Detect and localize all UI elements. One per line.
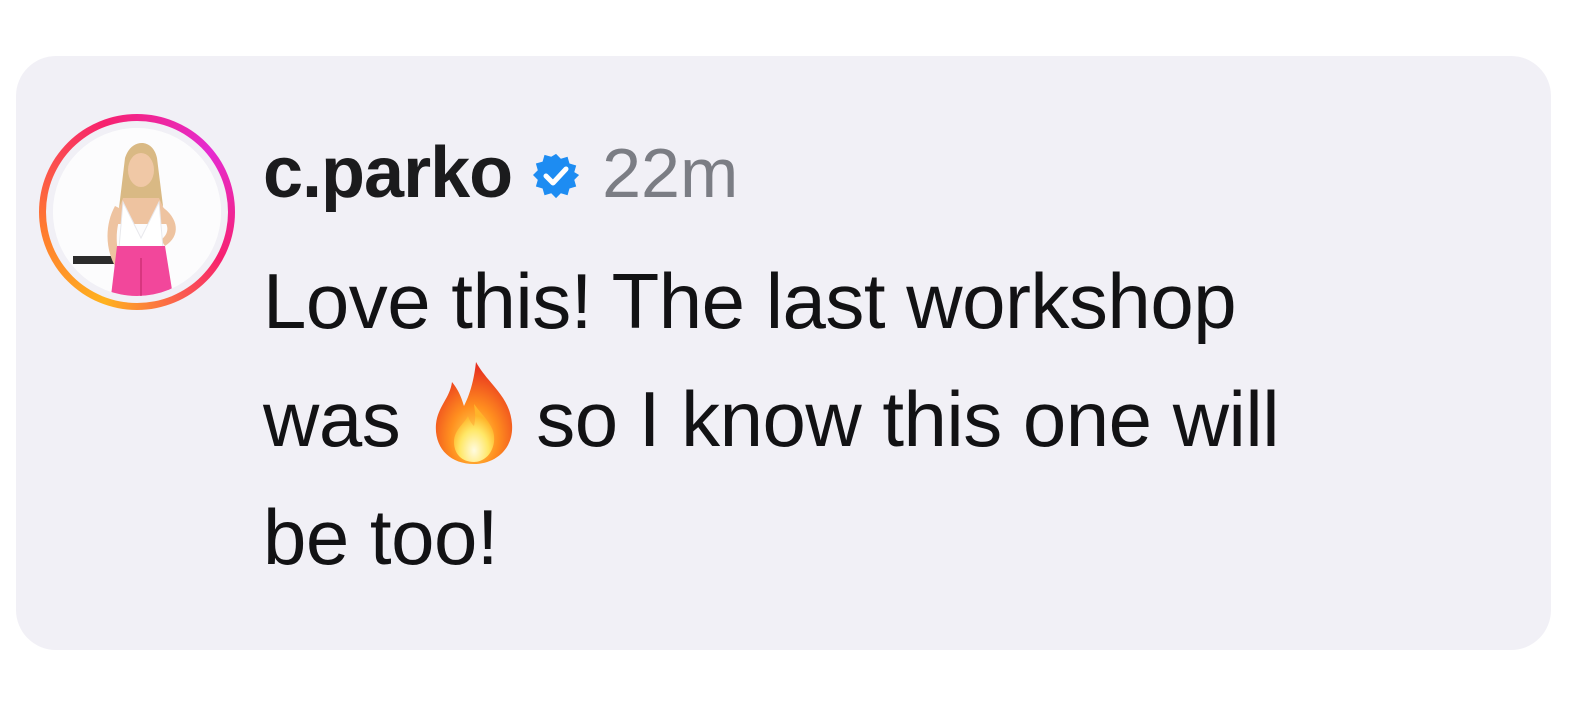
comment-text-after-emoji: so I know this one will: [536, 375, 1280, 463]
comment-text-before-emoji: was: [263, 375, 401, 463]
comment-text: Love this! The last workshop was so I kn…: [263, 242, 1533, 596]
avatar-frame: [46, 121, 228, 303]
avatar[interactable]: [53, 128, 221, 296]
comment-line-2: was so I know this one will: [263, 360, 1533, 478]
comment-line-3: be too!: [263, 493, 499, 581]
comment-line-1: Love this! The last workshop: [263, 257, 1237, 345]
username-link[interactable]: c.parko: [263, 132, 513, 214]
avatar-photo: [53, 128, 221, 296]
comment-header: c.parko 22m: [263, 128, 738, 218]
comment-timestamp: 22m: [602, 134, 739, 212]
story-ring[interactable]: [39, 114, 235, 310]
fire-emoji-icon: [436, 362, 513, 464]
verified-badge-icon: [533, 153, 580, 199]
